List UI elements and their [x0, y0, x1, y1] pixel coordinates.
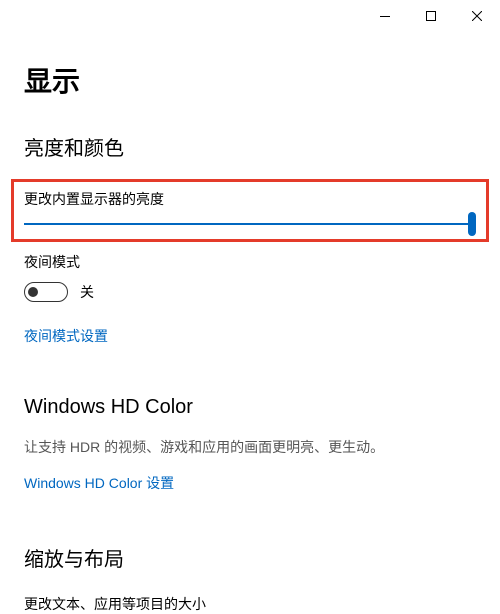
slider-thumb[interactable]	[468, 212, 476, 236]
close-icon	[472, 11, 482, 21]
hdcolor-description: 让支持 HDR 的视频、游戏和应用的画面更明亮、更生动。	[24, 437, 476, 457]
hdcolor-heading: Windows HD Color	[24, 396, 476, 419]
scale-heading: 缩放与布局	[24, 543, 476, 572]
page-title: 显示	[24, 60, 476, 100]
maximize-icon	[426, 11, 436, 21]
night-mode-status: 关	[80, 282, 94, 302]
minimize-button[interactable]	[362, 0, 408, 32]
brightness-highlight: 更改内置显示器的亮度	[11, 179, 489, 242]
night-mode-row: 关	[24, 282, 476, 302]
brightness-slider-label: 更改内置显示器的亮度	[24, 189, 476, 209]
night-mode-toggle[interactable]	[24, 282, 68, 302]
scale-partial-text: 更改文本、应用等项目的大小	[24, 594, 476, 614]
brightness-heading: 亮度和颜色	[24, 132, 476, 161]
window-titlebar	[0, 0, 500, 32]
night-mode-label: 夜间模式	[24, 252, 476, 272]
close-button[interactable]	[454, 0, 500, 32]
hdcolor-settings-link[interactable]: Windows HD Color 设置	[24, 473, 476, 493]
night-mode-settings-link[interactable]: 夜间模式设置	[24, 326, 476, 346]
toggle-knob	[28, 287, 38, 297]
content-area: 显示 亮度和颜色 更改内置显示器的亮度 夜间模式 关 夜间模式设置 Window…	[0, 60, 500, 614]
maximize-button[interactable]	[408, 0, 454, 32]
minimize-icon	[380, 16, 390, 17]
brightness-slider[interactable]	[24, 223, 476, 225]
